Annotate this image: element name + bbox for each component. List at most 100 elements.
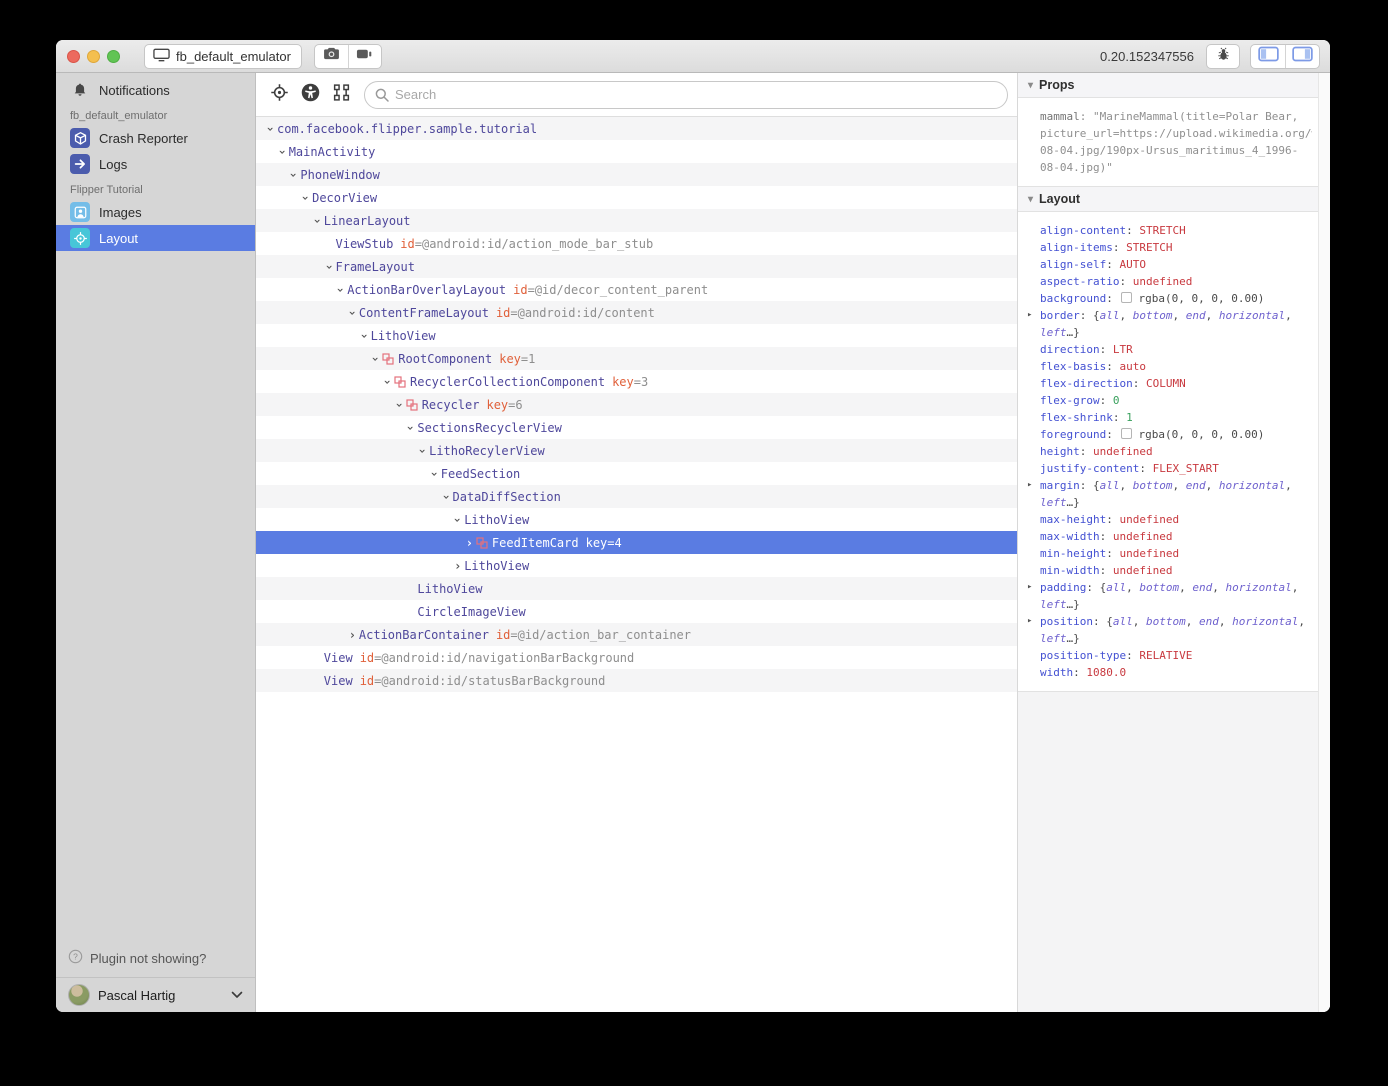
search-input[interactable] <box>364 81 1008 109</box>
tree-row-MainActivity[interactable]: ›MainActivity <box>256 140 1017 163</box>
tree-row-LithoView[interactable]: ›LithoView <box>256 577 1017 600</box>
expand-triangle-icon[interactable]: ▸ <box>1027 307 1032 324</box>
prop-value[interactable]: 1 <box>1126 411 1133 424</box>
tree-row-LinearLayout[interactable]: ›LinearLayout <box>256 209 1017 232</box>
prop-value[interactable]: undefined <box>1093 445 1153 458</box>
chevron-down-icon[interactable]: › <box>404 421 418 434</box>
target-mode-button[interactable] <box>268 84 290 106</box>
tree-row-DecorView[interactable]: ›DecorView <box>256 186 1017 209</box>
tree-row-ContentFrameLayout[interactable]: ›ContentFrameLayoutid=@android:id/conten… <box>256 301 1017 324</box>
chevron-right-icon[interactable]: › <box>451 559 464 573</box>
chevron-down-icon[interactable]: › <box>275 145 289 158</box>
tree-row-FeedItemCard[interactable]: ›FeedItemCardkey=4 <box>256 531 1017 554</box>
prop-value[interactable]: rgba(0, 0, 0, 0.00) <box>1138 292 1264 305</box>
minimize-button[interactable] <box>87 50 100 63</box>
chevron-down-icon[interactable]: › <box>322 260 336 273</box>
tree-row-RootComponent[interactable]: ›RootComponentkey=1 <box>256 347 1017 370</box>
layout-section-header[interactable]: ▾ Layout <box>1018 187 1318 212</box>
tree-row-CircleImageView[interactable]: ›CircleImageView <box>256 600 1017 623</box>
prop-value[interactable]: LTR <box>1113 343 1133 356</box>
props-section-header[interactable]: ▾ Props <box>1018 73 1318 98</box>
user-menu[interactable]: Pascal Hartig <box>56 977 255 1012</box>
chevron-down-icon[interactable]: › <box>381 375 395 388</box>
prop-value[interactable]: AUTO <box>1119 258 1146 271</box>
chevron-down-icon[interactable]: › <box>392 398 406 411</box>
prop-value[interactable]: undefined <box>1119 547 1179 560</box>
prop-value[interactable]: STRETCH <box>1126 241 1172 254</box>
chevron-right-icon[interactable]: › <box>346 628 359 642</box>
prop-value[interactable]: rgba(0, 0, 0, 0.00) <box>1138 428 1264 441</box>
prop-value[interactable]: 1080.0 <box>1086 666 1126 679</box>
element-name: LinearLayout <box>324 214 411 228</box>
tree-row-ViewStub[interactable]: ›ViewStubid=@android:id/action_mode_bar_… <box>256 232 1017 255</box>
prop-value[interactable]: 0 <box>1113 394 1120 407</box>
tree-row-PhoneWindow[interactable]: ›PhoneWindow <box>256 163 1017 186</box>
chevron-down-icon[interactable]: › <box>334 283 348 296</box>
tree-row-DataDiffSection[interactable]: ›DataDiffSection <box>256 485 1017 508</box>
device-selector-button[interactable]: fb_default_emulator <box>144 44 302 69</box>
sidebar-item-notifications[interactable]: Notifications <box>56 77 255 103</box>
prop-value[interactable]: undefined <box>1133 275 1193 288</box>
prop-value[interactable]: COLUMN <box>1146 377 1186 390</box>
expand-triangle-icon[interactable]: ▸ <box>1027 579 1032 596</box>
color-swatch-checkbox[interactable] <box>1121 292 1132 303</box>
chevron-down-icon[interactable]: › <box>287 168 301 181</box>
toggle-right-panel-button[interactable] <box>1285 45 1319 68</box>
prop-key: border <box>1040 309 1080 322</box>
chevron-down-icon[interactable]: › <box>451 513 465 526</box>
prop-value[interactable]: undefined <box>1113 530 1173 543</box>
chevron-down-icon[interactable]: › <box>416 444 430 457</box>
prop-value[interactable]: FLEX_START <box>1153 462 1219 475</box>
chevron-down-icon[interactable]: › <box>310 214 324 227</box>
tree-row-LithoView[interactable]: ›LithoView <box>256 554 1017 577</box>
expand-triangle-icon[interactable]: ▸ <box>1027 613 1032 630</box>
object-separator: , <box>1173 479 1186 492</box>
tree-row-SectionsRecyclerView[interactable]: ›SectionsRecyclerView <box>256 416 1017 439</box>
chevron-down-icon[interactable]: › <box>264 122 278 135</box>
object-item: horizontal <box>1225 581 1291 594</box>
screenshot-button[interactable] <box>315 45 348 68</box>
tree-row-FeedSection[interactable]: ›FeedSection <box>256 462 1017 485</box>
expand-triangle-icon[interactable]: ▸ <box>1027 477 1032 494</box>
sidebar-item-images[interactable]: Images <box>56 199 255 225</box>
toggle-hierarchy-button[interactable] <box>330 84 352 106</box>
toggle-left-panel-button[interactable] <box>1251 45 1285 68</box>
tree-row-ActionBarOverlayLayout[interactable]: ›ActionBarOverlayLayoutid=@id/decor_cont… <box>256 278 1017 301</box>
chevron-down-icon[interactable]: › <box>427 467 441 480</box>
layout-prop-aspect-ratio: aspect-ratio: undefined <box>1018 273 1312 290</box>
close-button[interactable] <box>67 50 80 63</box>
prop-value[interactable]: STRETCH <box>1139 224 1185 237</box>
sidebar-item-logs[interactable]: Logs <box>56 151 255 177</box>
tree-row-LithoView[interactable]: ›LithoView <box>256 508 1017 531</box>
chevron-down-icon[interactable]: › <box>345 306 359 319</box>
tree-row-FrameLayout[interactable]: ›FrameLayout <box>256 255 1017 278</box>
prop-value[interactable]: undefined <box>1119 513 1179 526</box>
report-bug-button[interactable] <box>1206 44 1240 69</box>
sidebar-item-crash-reporter[interactable]: Crash Reporter <box>56 125 255 151</box>
tree-row-LithoRecylerView[interactable]: ›LithoRecylerView <box>256 439 1017 462</box>
prop-value[interactable]: auto <box>1119 360 1146 373</box>
accessibility-mode-button[interactable] <box>299 84 321 106</box>
chevron-down-icon[interactable]: › <box>369 352 383 365</box>
chevron-down-icon[interactable]: › <box>299 191 313 204</box>
chevron-down-icon[interactable]: › <box>357 329 371 342</box>
prop-value[interactable]: undefined <box>1113 564 1173 577</box>
tree-row-Recycler[interactable]: ›Recyclerkey=6 <box>256 393 1017 416</box>
tree-row-com.facebook.flipper.sample.tutorial[interactable]: ›com.facebook.flipper.sample.tutorial <box>256 117 1017 140</box>
chevron-down-icon[interactable]: › <box>439 490 453 503</box>
sidebar-item-layout[interactable]: Layout <box>56 225 255 251</box>
object-separator: , <box>1285 309 1292 322</box>
tree-row-LithoView[interactable]: ›LithoView <box>256 324 1017 347</box>
chevron-right-icon[interactable]: › <box>463 536 476 550</box>
tree-row-View[interactable]: ›Viewid=@android:id/navigationBarBackgro… <box>256 646 1017 669</box>
zoom-button[interactable] <box>107 50 120 63</box>
tree-row-ActionBarContainer[interactable]: ›ActionBarContainerid=@id/action_bar_con… <box>256 623 1017 646</box>
color-swatch-checkbox[interactable] <box>1121 428 1132 439</box>
tree-row-RecyclerCollectionComponent[interactable]: ›RecyclerCollectionComponentkey=3 <box>256 370 1017 393</box>
tree-row-View[interactable]: ›Viewid=@android:id/statusBarBackground <box>256 669 1017 692</box>
inspector-scroll-gutter[interactable] <box>1318 73 1330 1012</box>
prop-value[interactable]: RELATIVE <box>1139 649 1192 662</box>
element-attr-value: =1 <box>521 352 535 366</box>
plugin-not-showing-link[interactable]: ? Plugin not showing? <box>56 941 255 977</box>
record-button[interactable] <box>348 45 381 68</box>
